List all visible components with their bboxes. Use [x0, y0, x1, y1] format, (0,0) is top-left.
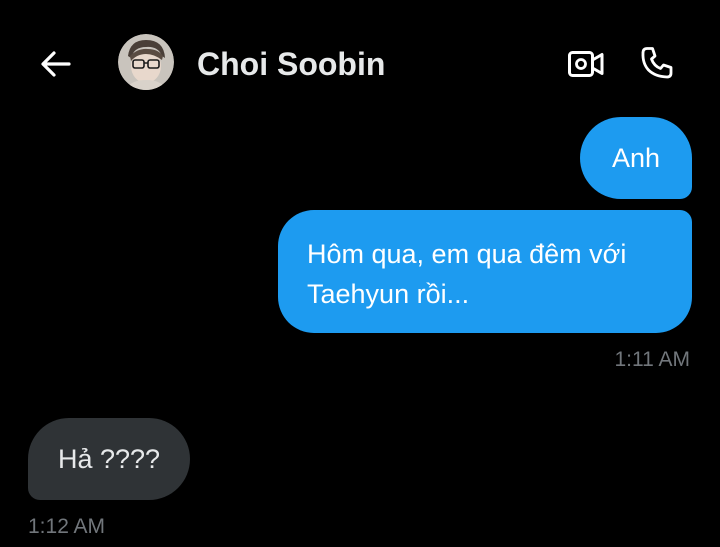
contact-name[interactable]: Choi Soobin — [197, 44, 385, 84]
message-bubble-incoming[interactable]: Hả ???? — [28, 418, 190, 500]
conversation-header: Choi Soobin — [0, 0, 720, 120]
message-text: Hôm qua, em qua đêm với Taehyun rồi... — [307, 239, 627, 309]
message-timestamp: 1:12 AM — [28, 515, 106, 538]
back-button[interactable] — [36, 44, 76, 84]
phone-call-icon — [641, 47, 673, 79]
message-text: Hả ???? — [57, 444, 161, 474]
avatar[interactable] — [118, 34, 174, 90]
phone-call-button[interactable] — [636, 42, 678, 84]
message-bubble-outgoing[interactable]: Anh — [580, 117, 692, 199]
message-timestamp: 1:11 AM — [614, 348, 691, 371]
message-text: Anh — [611, 143, 661, 173]
message-bubble-outgoing[interactable]: Hôm qua, em qua đêm với Taehyun rồi... — [278, 210, 692, 333]
avatar-image — [118, 34, 174, 90]
video-call-button[interactable] — [566, 44, 606, 84]
video-call-icon — [568, 51, 604, 77]
back-arrow-icon — [41, 51, 71, 77]
